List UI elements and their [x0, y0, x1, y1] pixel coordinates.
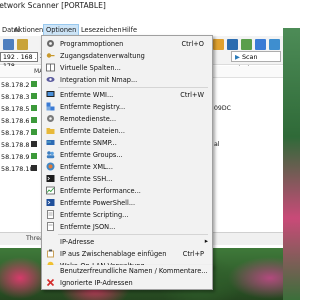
- menu-separator: [58, 234, 208, 235]
- status-online-icon: [31, 105, 37, 111]
- terminal-icon: [46, 174, 55, 183]
- folder-icon: [46, 126, 55, 135]
- status-online-icon: [31, 93, 37, 99]
- menu-item-ip-einfuegen[interactable]: IP aus Zwischenablage einfügen Ctrl+P: [42, 248, 212, 259]
- columns-icon: [46, 63, 55, 72]
- menu-separator: [58, 87, 208, 88]
- play-icon[interactable]: [3, 39, 14, 50]
- window-title: ct Network Scanner [PORTABLE]: [0, 1, 106, 10]
- tool-icon[interactable]: [213, 39, 224, 50]
- menu-item-wmi[interactable]: Entfernte WMI... Ctrl+W: [42, 89, 212, 100]
- ip-start-field[interactable]: 192 . 168 . 178: [0, 52, 38, 70]
- menu-item-groups[interactable]: Entfernte Groups...: [42, 149, 212, 160]
- menu-item-ip-adresse[interactable]: IP-Adresse ▸: [42, 236, 212, 247]
- snmp-icon: [46, 138, 55, 147]
- clipboard-icon: [46, 249, 55, 258]
- menu-item-registry[interactable]: Entfernte Registry...: [42, 101, 212, 112]
- menu-item-programmoptionen[interactable]: Programmoptionen Ctrl+O: [42, 38, 212, 49]
- menu-item-nmap[interactable]: Integration mit Nmap...: [42, 74, 212, 85]
- info-icon[interactable]: [269, 39, 280, 50]
- menu-item-benutzerfreundliche-namen[interactable]: Benutzerfreundliche Namen / Kommentare..…: [42, 265, 212, 276]
- status-online-icon: [31, 129, 37, 135]
- users-icon: [46, 150, 55, 159]
- menu-item-dateien[interactable]: Entfernte Dateien...: [42, 125, 212, 136]
- menu-item-snmp[interactable]: Entfernte SNMP...: [42, 137, 212, 148]
- menu-item-ssh[interactable]: Entfernte SSH...: [42, 173, 212, 184]
- chevron-right-icon: ▸: [204, 237, 208, 245]
- registry-icon: [46, 102, 55, 111]
- x-icon: [46, 278, 55, 287]
- menu-lesezeichen[interactable]: Lesezeichen: [79, 25, 124, 35]
- menu-item-scripting[interactable]: Entfernte Scripting...: [42, 209, 212, 220]
- menu-aktionen[interactable]: Aktionen: [12, 25, 45, 35]
- services-icon: [46, 114, 55, 123]
- status-online-icon: [31, 117, 37, 123]
- desktop-background-right: [283, 28, 300, 300]
- status-host-icon: [31, 141, 37, 147]
- folder-icon[interactable]: [17, 39, 28, 50]
- menu-hilfe[interactable]: Hilfe: [120, 25, 139, 35]
- key-icon: [46, 51, 55, 60]
- network-icon[interactable]: [227, 39, 238, 50]
- play-icon: ▶: [235, 53, 242, 61]
- menu-item-performance[interactable]: Entfernte Performance...: [42, 185, 212, 196]
- menu-item-zugangsdaten[interactable]: Zugangsdatenverwaltung: [42, 50, 212, 61]
- wmi-icon: [46, 90, 55, 99]
- status-host-icon: [31, 165, 37, 171]
- script-icon: [46, 210, 55, 219]
- menu-item-virtuelle-spalten[interactable]: Virtuelle Spalten...: [42, 62, 212, 73]
- menu-item-ignorierte-ip[interactable]: Ignorierte IP-Adressen: [42, 277, 212, 288]
- scan-start-button[interactable]: ▶ Scan starten: [231, 51, 281, 72]
- title-bar: ct Network Scanner [PORTABLE]: [0, 0, 283, 14]
- menu-item-remotedienste[interactable]: Remotedienste...: [42, 113, 212, 124]
- status-online-icon: [31, 81, 37, 87]
- json-icon: [46, 222, 55, 231]
- xml-icon: [46, 162, 55, 171]
- menu-item-xml[interactable]: Entfernte XML...: [42, 161, 212, 172]
- monitor-icon[interactable]: [255, 39, 266, 50]
- powershell-icon: [46, 198, 55, 207]
- eye-icon: [46, 75, 55, 84]
- wol-icon[interactable]: [241, 39, 252, 50]
- performance-icon: [46, 186, 55, 195]
- menu-item-powershell[interactable]: Entfernte PowerShell...: [42, 197, 212, 208]
- status-online-icon: [31, 153, 37, 159]
- optionen-dropdown-menu: Programmoptionen Ctrl+O Zugangsdatenverw…: [41, 35, 213, 270]
- menu-item-json[interactable]: Entfernte JSON...: [42, 221, 212, 232]
- gear-icon: [46, 39, 55, 48]
- optionen-dropdown-menu-tail: Benutzerfreundliche Namen / Kommentare..…: [41, 265, 213, 290]
